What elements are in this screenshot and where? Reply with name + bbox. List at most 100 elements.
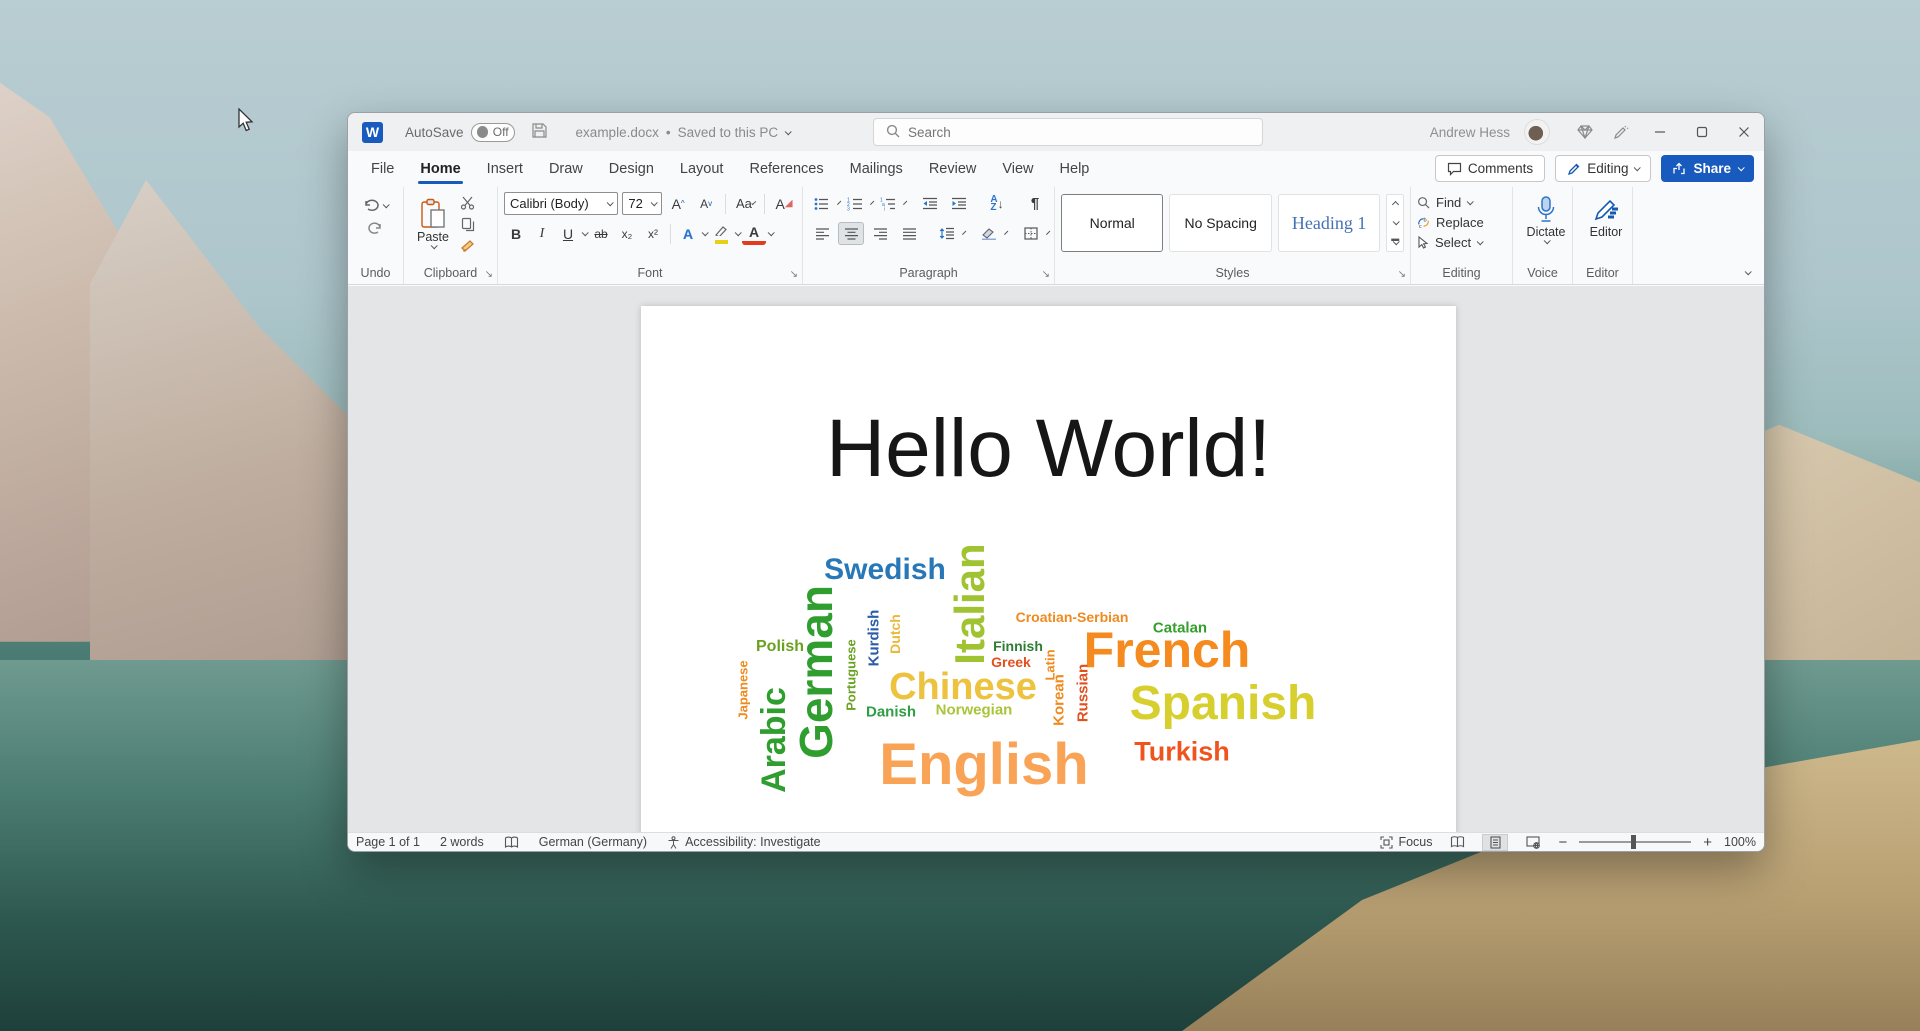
align-right-button[interactable] <box>867 222 893 245</box>
paste-button[interactable]: Paste <box>410 196 456 249</box>
highlight-color-button[interactable] <box>709 222 733 245</box>
clear-formatting-button[interactable]: A◢ <box>772 192 796 215</box>
chevron-down-icon[interactable] <box>1392 218 1399 225</box>
grow-font-button[interactable]: A^ <box>666 192 690 215</box>
copy-button[interactable] <box>460 217 475 232</box>
tab-draw[interactable]: Draw <box>536 153 596 186</box>
comments-button[interactable]: Comments <box>1435 155 1545 182</box>
autosave-toggle[interactable]: Off <box>471 123 515 142</box>
shrink-font-button[interactable]: Av <box>694 192 718 215</box>
styles-dialog-launcher[interactable]: ↘ <box>1398 269 1406 280</box>
focus-mode-button[interactable]: Focus <box>1380 835 1432 849</box>
print-layout-button[interactable] <box>1482 834 1508 851</box>
read-mode-button[interactable] <box>1444 834 1470 851</box>
decrease-indent-button[interactable] <box>917 192 943 215</box>
share-button[interactable]: Share <box>1661 155 1754 182</box>
select-button[interactable]: Select <box>1417 235 1506 250</box>
pen-sparkle-icon[interactable] <box>1604 117 1638 147</box>
font-size-combobox[interactable]: 72 <box>622 192 662 215</box>
zoom-percentage[interactable]: 100% <box>1724 835 1756 849</box>
style-heading1[interactable]: Heading 1 <box>1278 194 1380 252</box>
user-avatar[interactable] <box>1524 119 1550 145</box>
style-no-spacing[interactable]: No Spacing <box>1169 194 1271 252</box>
word-app-icon[interactable]: W <box>362 122 383 143</box>
tab-mailings[interactable]: Mailings <box>837 153 916 186</box>
collapse-ribbon-button[interactable] <box>1745 262 1750 278</box>
premium-diamond-icon[interactable] <box>1568 117 1602 147</box>
paragraph-dialog-launcher[interactable]: ↘ <box>1042 269 1050 280</box>
tab-design[interactable]: Design <box>596 153 667 186</box>
document-page[interactable]: Hello World! SwedishItalianGermanPolishJ… <box>641 306 1456 834</box>
redo-button[interactable] <box>362 221 389 235</box>
styles-gallery-scroll[interactable]: ▬ <box>1386 194 1404 252</box>
subscript-button[interactable]: x₂ <box>615 222 639 245</box>
replace-label: Replace <box>1436 215 1484 230</box>
save-icon[interactable] <box>531 122 548 142</box>
tab-layout[interactable]: Layout <box>667 153 737 186</box>
italic-button[interactable]: I <box>530 222 554 245</box>
autosave-control[interactable]: AutoSave Off <box>405 123 515 142</box>
editing-mode-button[interactable]: Editing <box>1555 155 1651 182</box>
chevron-down-icon <box>1543 237 1550 244</box>
zoom-out-button[interactable]: − <box>1558 834 1567 851</box>
minimize-button[interactable] <box>1640 113 1680 151</box>
tab-home[interactable]: Home <box>407 153 473 186</box>
undo-button[interactable] <box>362 198 389 212</box>
save-status: Saved to this PC <box>678 125 779 140</box>
show-formatting-marks-button[interactable]: ¶ <box>1022 192 1048 215</box>
find-button[interactable]: Find <box>1417 195 1506 210</box>
proofing-icon[interactable] <box>504 836 519 849</box>
line-spacing-button[interactable] <box>934 222 960 245</box>
tab-review[interactable]: Review <box>916 153 990 186</box>
search-input[interactable] <box>908 125 1228 140</box>
maximize-button[interactable] <box>1682 113 1722 151</box>
language-indicator[interactable]: German (Germany) <box>539 835 647 849</box>
zoom-in-button[interactable]: + <box>1703 834 1712 851</box>
close-button[interactable] <box>1724 113 1764 151</box>
document-canvas[interactable]: Hello World! SwedishItalianGermanPolishJ… <box>348 286 1764 834</box>
numbering-button[interactable]: 123 <box>842 192 868 215</box>
borders-button[interactable] <box>1018 222 1044 245</box>
justify-button[interactable] <box>896 222 922 245</box>
word-count[interactable]: 2 words <box>440 835 484 849</box>
superscript-button[interactable]: x² <box>641 222 665 245</box>
tab-file[interactable]: File <box>358 153 407 186</box>
replace-button[interactable]: bc Replace <box>1417 215 1506 230</box>
style-normal[interactable]: Normal <box>1061 194 1163 252</box>
zoom-slider[interactable] <box>1579 841 1691 843</box>
align-left-button[interactable] <box>809 222 835 245</box>
tab-references[interactable]: References <box>736 153 836 186</box>
shading-button[interactable] <box>976 222 1002 245</box>
zoom-slider-thumb[interactable] <box>1631 835 1636 849</box>
search-box[interactable] <box>873 118 1263 146</box>
sort-button[interactable]: AZ↓ <box>984 192 1010 215</box>
web-layout-button[interactable] <box>1520 834 1546 851</box>
chevron-up-icon[interactable] <box>1392 200 1399 207</box>
tab-insert[interactable]: Insert <box>474 153 536 186</box>
page-indicator[interactable]: Page 1 of 1 <box>356 835 420 849</box>
increase-indent-button[interactable] <box>946 192 972 215</box>
document-heading[interactable]: Hello World! <box>641 402 1456 496</box>
dictate-button[interactable]: Dictate <box>1519 192 1573 244</box>
font-color-button[interactable]: A <box>742 222 766 245</box>
gallery-expand-icon[interactable]: ▬ <box>1391 238 1399 245</box>
change-case-button[interactable]: Aa <box>733 192 757 215</box>
cut-button[interactable] <box>460 196 475 210</box>
editor-button[interactable]: Editor <box>1579 192 1633 239</box>
accessibility-status[interactable]: Accessibility: Investigate <box>667 835 820 849</box>
clipboard-dialog-launcher[interactable]: ↘ <box>485 269 493 280</box>
bold-button[interactable]: B <box>504 222 528 245</box>
text-effects-button[interactable]: A <box>676 222 700 245</box>
bullets-button[interactable] <box>809 192 835 215</box>
font-name-combobox[interactable]: Calibri (Body) <box>504 192 618 215</box>
cloud-word: Turkish <box>1134 739 1230 766</box>
format-painter-button[interactable] <box>460 239 475 253</box>
underline-button[interactable]: U <box>556 222 580 245</box>
strikethrough-button[interactable]: ab <box>589 222 613 245</box>
multilevel-list-button[interactable]: 1ai <box>875 192 901 215</box>
document-title-group[interactable]: example.docx • Saved to this PC <box>576 125 791 140</box>
tab-view[interactable]: View <box>989 153 1046 186</box>
tab-help[interactable]: Help <box>1047 153 1103 186</box>
font-dialog-launcher[interactable]: ↘ <box>790 269 798 280</box>
align-center-button[interactable] <box>838 222 864 245</box>
